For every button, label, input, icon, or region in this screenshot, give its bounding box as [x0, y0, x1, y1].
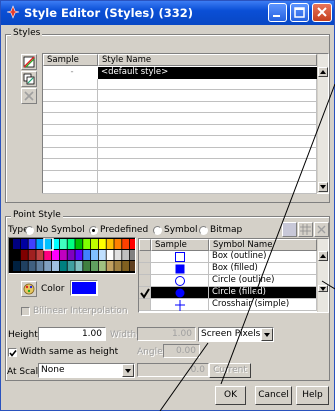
- annotation-line-styles: [220, 83, 335, 385]
- annotation-lines: [159, 83, 335, 411]
- annotation-line-symbols: [321, 280, 335, 290]
- annotation-line-units: [159, 342, 209, 411]
